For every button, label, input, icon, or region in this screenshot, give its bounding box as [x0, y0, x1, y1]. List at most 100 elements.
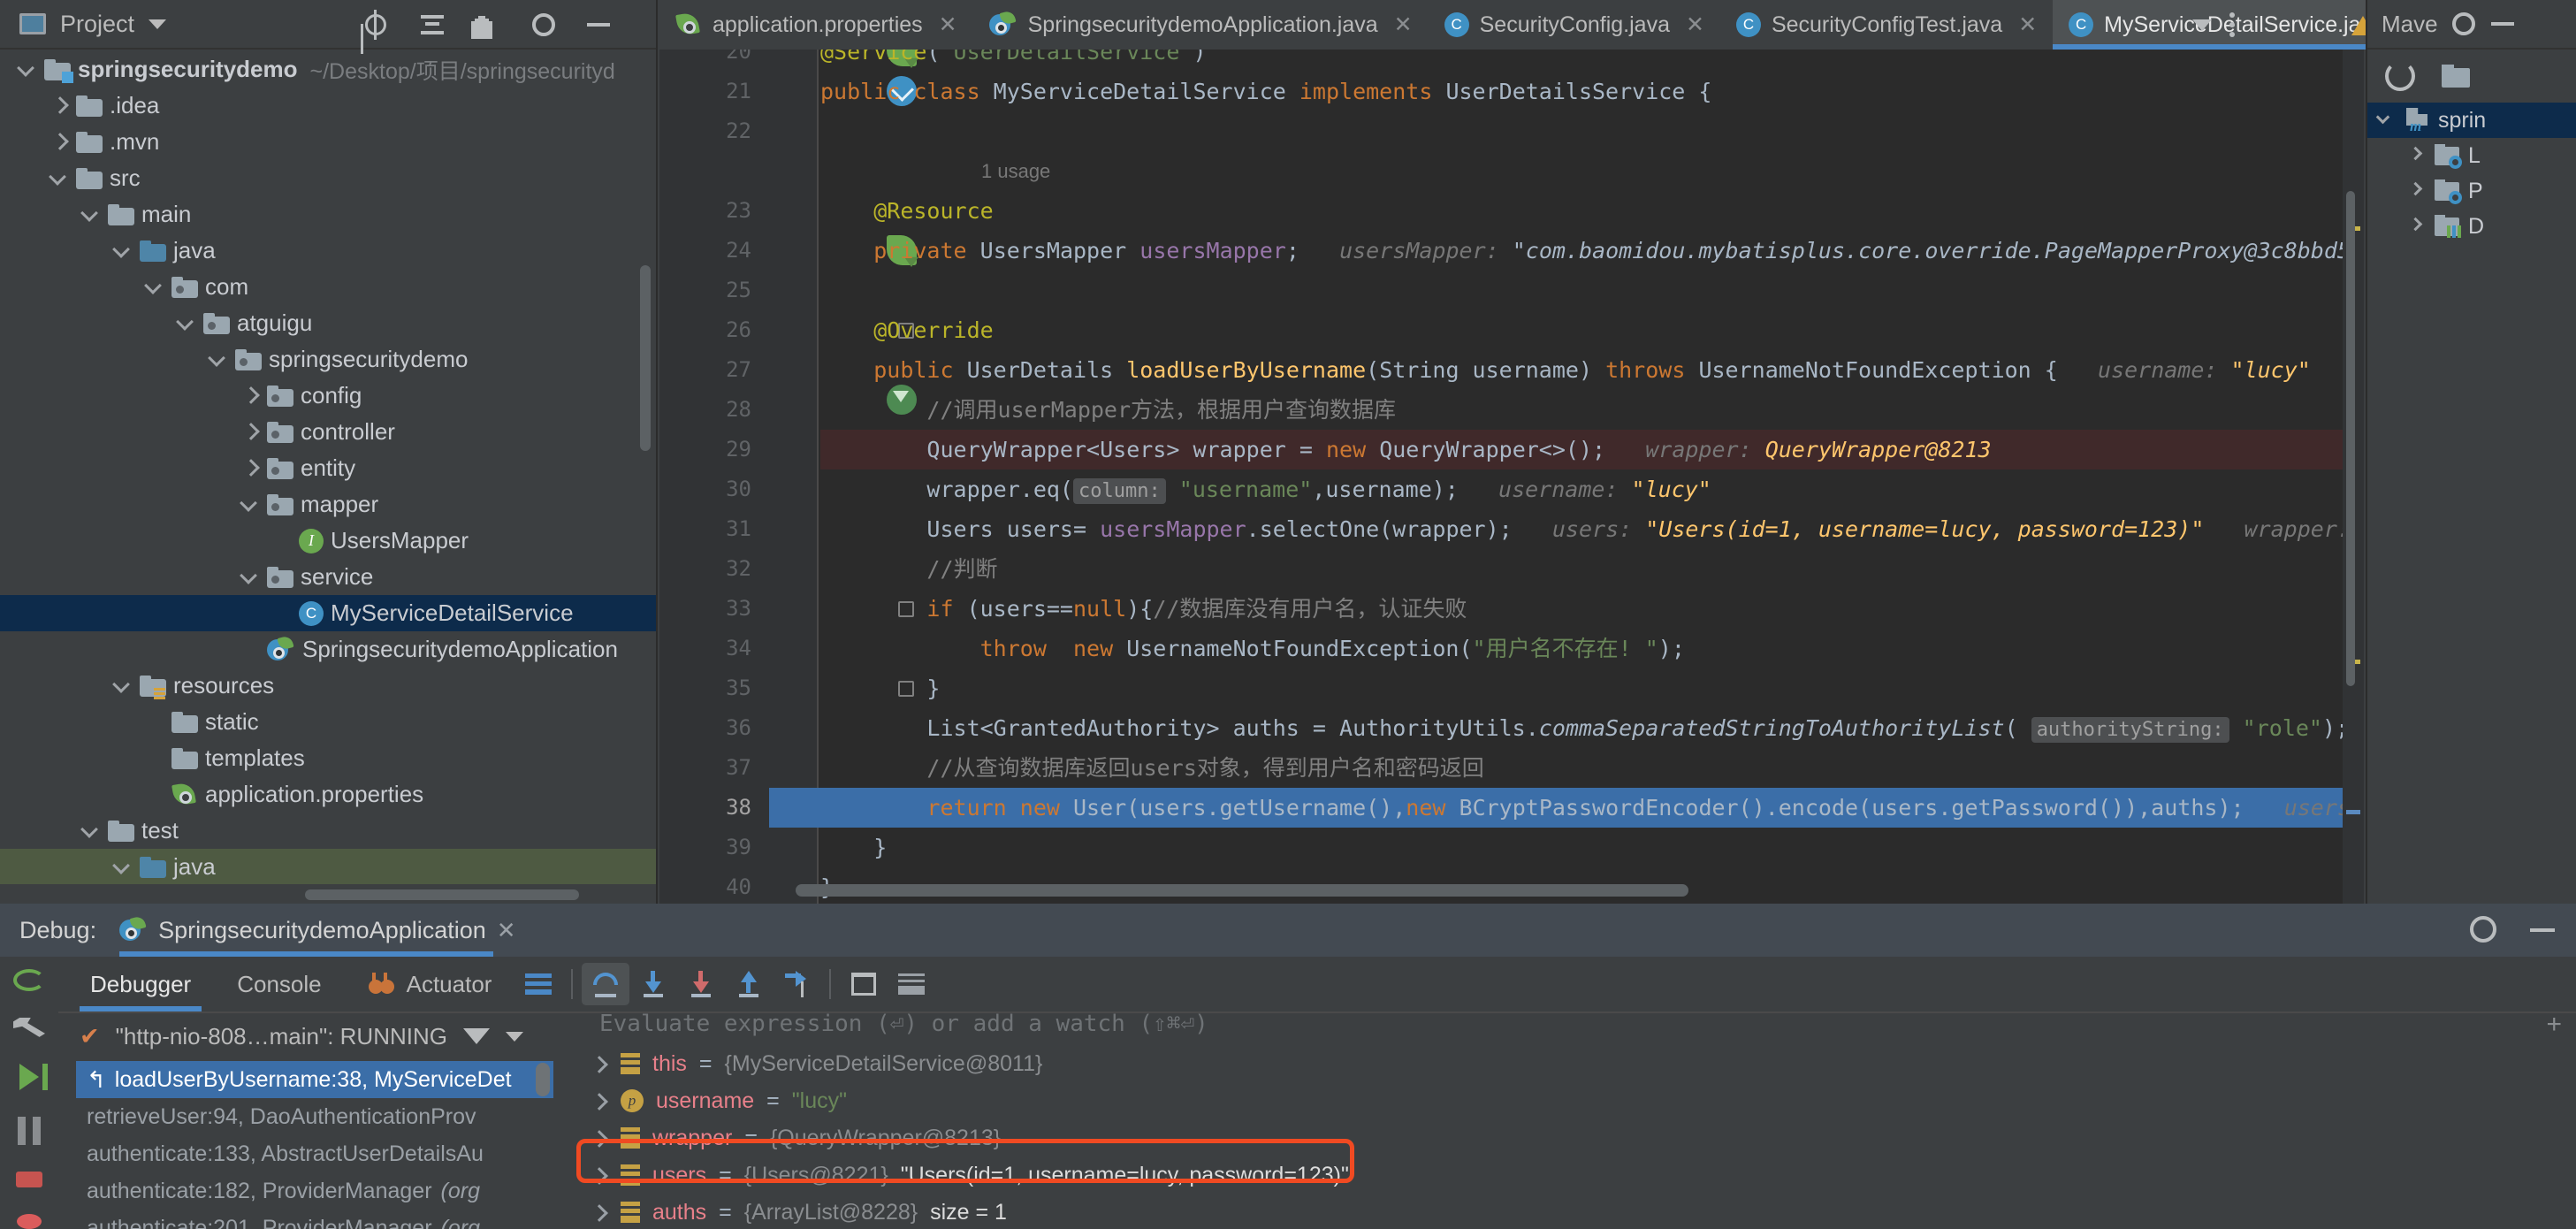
evaluate-expression-input[interactable]: Evaluate expression (⏎) or add a watch (… — [583, 1003, 2576, 1045]
chevron-down-icon[interactable] — [80, 203, 103, 226]
tree-item-service[interactable]: service — [0, 559, 656, 595]
tree-item-atguigu[interactable]: atguigu — [0, 305, 656, 341]
variable-row-wrapper[interactable]: wrapper = {QueryWrapper@8213} — [583, 1119, 2576, 1156]
stop-icon[interactable] — [16, 1172, 42, 1187]
tree-item-idea[interactable]: .idea — [0, 88, 656, 124]
project-tree-vertical-scrollbar[interactable] — [640, 265, 651, 451]
tree-item-usersmapper[interactable]: IUsersMapper — [0, 523, 656, 559]
chevron-right-icon[interactable] — [239, 457, 262, 480]
frames-scrollbar[interactable] — [536, 1063, 550, 1096]
add-watch-icon[interactable]: + — [2546, 1010, 2562, 1040]
chevron-down-icon[interactable] — [239, 566, 262, 589]
close-icon[interactable]: ✕ — [1686, 11, 1704, 38]
chevron-right-icon[interactable] — [239, 385, 262, 408]
code-line-38[interactable]: return new User(users.getUsername(),new … — [820, 788, 2364, 828]
code-line-33[interactable]: if (users==null){//数据库没有用户名，认证失败 — [820, 589, 2364, 629]
code-line-35[interactable]: } — [820, 668, 2364, 708]
chevron-down-icon[interactable] — [207, 348, 230, 371]
chevron-right-icon[interactable] — [589, 1202, 608, 1222]
hide-icon[interactable] — [585, 11, 612, 38]
stack-frame-3[interactable]: authenticate:182, ProviderManager(org — [76, 1172, 553, 1210]
code-line-24[interactable]: private UsersMapper usersMapper; usersMa… — [820, 231, 2364, 271]
tree-item-resources[interactable]: resources — [0, 668, 656, 704]
editor-marker-gutter[interactable] — [769, 50, 819, 904]
code-line-20[interactable]: @Service("UserDetailService") — [820, 50, 2364, 72]
pause-program-icon[interactable] — [18, 1117, 41, 1145]
collapse-all-icon[interactable] — [419, 11, 446, 38]
evaluate-grid-icon[interactable] — [840, 963, 888, 1005]
tree-item-springsecuritydemo[interactable]: springsecuritydemo~/Desktop/项目/springsec… — [0, 51, 656, 88]
debug-session-tab[interactable]: SpringsecuritydemoApplication ✕ — [119, 904, 516, 957]
chevron-down-icon[interactable] — [2192, 19, 2212, 31]
chevron-down-icon[interactable] — [16, 58, 39, 81]
tree-item-entity[interactable]: entity — [0, 450, 656, 486]
chevron-down-icon[interactable] — [80, 820, 103, 843]
hide-icon[interactable] — [2530, 928, 2555, 932]
variable-row-auths[interactable]: auths = {ArrayList@8228}size = 1 — [583, 1194, 2576, 1229]
debug-variables-panel[interactable]: Evaluate expression (⏎) or add a watch (… — [583, 1045, 2576, 1229]
close-icon[interactable]: ✕ — [497, 917, 516, 944]
editor-code-area[interactable]: @Service("UserDetailService")public clas… — [820, 50, 2364, 904]
debug-tab-debugger[interactable]: Debugger — [67, 957, 214, 1011]
chevron-right-icon[interactable] — [589, 1128, 608, 1148]
editor-tab-securityconfig-java[interactable]: CSecurityConfig.java✕ — [1429, 0, 1720, 50]
stack-frame-2[interactable]: authenticate:133, AbstractUserDetailsAu — [76, 1135, 553, 1172]
maven-tree-item-3[interactable]: D — [2367, 209, 2576, 244]
close-icon[interactable]: ✕ — [2018, 11, 2037, 38]
chevron-right-icon[interactable] — [2405, 144, 2427, 167]
settings-gear-icon[interactable] — [2452, 12, 2475, 35]
editor-tab-securityconfigtest-java[interactable]: CSecurityConfigTest.java✕ — [1720, 0, 2053, 50]
chevron-right-icon[interactable] — [589, 1165, 608, 1185]
tree-item-mvn[interactable]: .mvn — [0, 124, 656, 160]
step-into-icon[interactable] — [629, 963, 677, 1005]
step-out-icon[interactable] — [725, 963, 773, 1005]
code-line-37[interactable]: //从查询数据库返回users对象，得到用户名和密码返回 — [820, 748, 2364, 788]
variable-row-username[interactable]: pusername = "lucy" — [583, 1082, 2576, 1119]
editor-vertical-scrollbar[interactable] — [2346, 191, 2355, 686]
kebab-menu-icon[interactable] — [2229, 12, 2235, 37]
settings-gear-icon[interactable] — [532, 13, 555, 36]
code-line-28[interactable]: //调用userMapper方法，根据用户查询数据库 — [820, 390, 2364, 430]
editor-tab-springsecuritydemoapplication-java[interactable]: SpringsecuritydemoApplication.java✕ — [973, 0, 1429, 50]
chevron-right-icon[interactable] — [589, 1054, 608, 1073]
stack-frame-0[interactable]: ↰loadUserByUsername:38, MyServiceDet — [76, 1061, 553, 1098]
step-over-icon[interactable] — [582, 963, 629, 1005]
chevron-right-icon[interactable] — [589, 1091, 608, 1111]
project-tree-horizontal-scrollbar[interactable] — [305, 889, 579, 900]
stack-frame-4[interactable]: authenticate:201, ProviderManager(org — [76, 1210, 553, 1229]
editor-tab-application-properties[interactable]: application.properties✕ — [659, 0, 973, 50]
variable-row-this[interactable]: this = {MyServiceDetailService@8011} — [583, 1045, 2576, 1082]
tree-item-controller[interactable]: controller — [0, 414, 656, 450]
tree-item-static[interactable]: static — [0, 704, 656, 740]
stack-frame-1[interactable]: retrieveUser:94, DaoAuthenticationProv — [76, 1098, 553, 1135]
variable-row-users[interactable]: users = {Users@8221}"Users(id=1, usernam… — [583, 1156, 2576, 1194]
chevron-right-icon[interactable] — [48, 131, 71, 154]
maven-tree-item-1[interactable]: L — [2367, 138, 2576, 173]
tree-item-java[interactable]: java — [0, 849, 656, 884]
debug-tab-console[interactable]: Console — [214, 957, 344, 1011]
chevron-right-icon[interactable] — [2405, 179, 2427, 202]
chevron-down-icon[interactable] — [111, 856, 134, 879]
code-line-39[interactable]: } — [820, 828, 2364, 867]
chevron-down-icon[interactable] — [506, 1032, 523, 1042]
thread-selector-label[interactable]: "http-nio-808…main": RUNNING — [116, 1023, 447, 1050]
close-icon[interactable]: ✕ — [939, 11, 957, 38]
code-line-27[interactable]: public UserDetails loadUserByUsername(St… — [820, 350, 2364, 390]
code-line-34[interactable]: throw new UsernameNotFoundException("用户名… — [820, 629, 2364, 668]
chevron-down-icon[interactable] — [175, 312, 198, 335]
chevron-down-icon[interactable] — [111, 675, 134, 698]
chevron-down-icon[interactable] — [111, 240, 134, 263]
tree-item-myservicedetailservice[interactable]: CMyServiceDetailService — [0, 595, 656, 631]
chevron-down-icon[interactable] — [48, 167, 71, 190]
tree-item-test[interactable]: test — [0, 813, 656, 849]
usage-hint[interactable]: 1 usage — [981, 151, 1050, 191]
maven-tree-item-0[interactable]: msprin — [2367, 103, 2576, 138]
chevron-down-icon[interactable] — [143, 276, 166, 299]
run-to-cursor-icon[interactable] — [773, 963, 820, 1005]
layout-settings-icon[interactable] — [514, 963, 562, 1005]
hide-icon[interactable] — [2489, 11, 2516, 37]
editor-horizontal-scrollbar[interactable] — [796, 884, 1688, 897]
funnel-icon[interactable] — [463, 1028, 490, 1044]
maven-tree[interactable]: msprinLPD — [2367, 103, 2576, 244]
code-line-36[interactable]: List<GrantedAuthority> auths = Authority… — [820, 708, 2364, 748]
